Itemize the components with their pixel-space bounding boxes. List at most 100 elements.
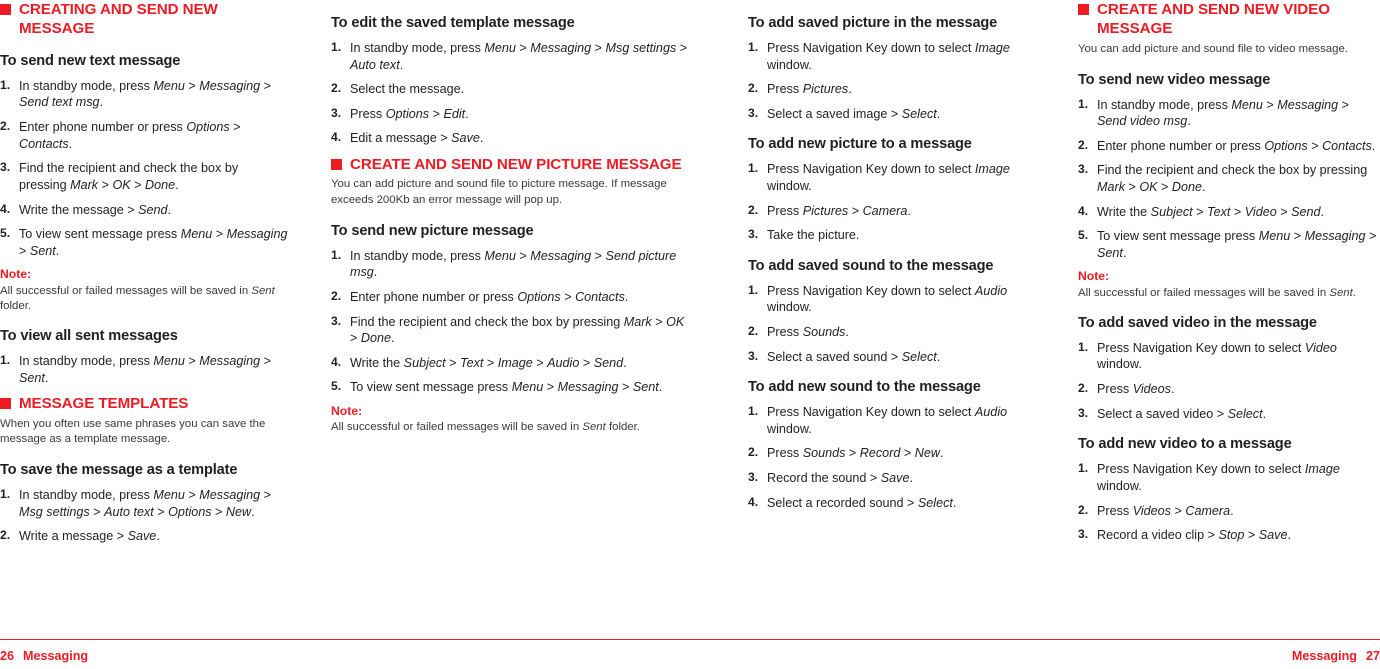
- step-list: 1. Press Navigation Key down to select Im…: [1078, 461, 1380, 543]
- step-item: 2. Press Sounds > Record > New.: [748, 445, 1050, 462]
- sub-heading-to-save-the-message-as-a-template: To save the message as a template: [0, 462, 238, 479]
- step-number: 5.: [0, 226, 11, 241]
- step-item: 3. Take the picture.: [748, 227, 1050, 244]
- section-heading-create-and-send-new-video-message: CREATE AND SEND NEW VIDEO MESSAGE: [1078, 0, 1380, 39]
- step-text: Take the picture.: [767, 228, 860, 243]
- note-body: All successful or failed messages will b…: [0, 284, 275, 312]
- step-text: Write the Subject > Text > Image > Audio…: [350, 355, 627, 370]
- step-number: 4.: [1078, 203, 1089, 218]
- step-text: In standby mode, press Menu > Messaging …: [19, 354, 272, 385]
- step-text: Select a recorded sound > Select.: [767, 495, 957, 510]
- step-item: 2. Press Pictures.: [748, 81, 1050, 98]
- page-footer: 26 Messaging Messaging 27: [0, 632, 1380, 669]
- step-number: 3.: [331, 313, 342, 328]
- step-text: To view sent message press Menu > Messag…: [1097, 229, 1377, 260]
- step-list: 1. In standby mode, press Menu > Messagin…: [331, 40, 688, 147]
- step-number: 2.: [1078, 502, 1089, 517]
- section-heading-label: CREATING AND SEND NEW MESSAGE: [19, 1, 218, 38]
- step-number: 2.: [748, 324, 759, 338]
- step-list: 1. In standby mode, press Menu > Messagin…: [1078, 97, 1380, 262]
- step-number: 2.: [331, 288, 342, 303]
- step-text: In standby mode, press Menu > Messaging …: [1097, 97, 1350, 129]
- step-number: 2.: [0, 528, 11, 543]
- step-item: 4. Write the Subject > Text > Video > Sen…: [1078, 204, 1380, 221]
- step-item: 4. Edit a message > Save.: [331, 130, 688, 147]
- step-text: Press Navigation Key down to select Imag…: [1097, 462, 1340, 493]
- step-text: Select a saved image > Select.: [767, 106, 941, 121]
- left-section-label: Messaging: [23, 649, 89, 663]
- step-text: Enter phone number or press Options > Co…: [19, 120, 241, 151]
- step-item: 5. To view sent message press Menu > Mess…: [1078, 228, 1380, 261]
- step-number: 4.: [0, 201, 11, 216]
- sub-heading-to-edit-the-saved-template-message: To edit the saved template message: [331, 15, 575, 31]
- footer-right: Messaging 27: [1292, 649, 1380, 663]
- step-item: 1. Press Navigation Key down to select Au…: [748, 404, 1050, 437]
- step-text: Enter phone number or press Options > Co…: [1097, 138, 1376, 153]
- step-item: 3. Press Options > Edit.: [331, 106, 688, 123]
- step-text: Enter phone number or press Options > Co…: [350, 289, 629, 304]
- step-item: 3. Select a saved sound > Select.: [748, 349, 1050, 366]
- note-body: All successful or failed messages will b…: [1078, 286, 1356, 299]
- step-list: 1. In standby mode, press Menu > Messagin…: [0, 353, 289, 386]
- step-number: 2.: [748, 202, 759, 217]
- step-item: 4. Select a recorded sound > Select.: [748, 495, 1050, 512]
- step-text: In standby mode, press Menu > Messaging …: [19, 78, 272, 110]
- step-text: Press Sounds.: [767, 325, 849, 339]
- step-number: 3.: [1078, 405, 1089, 420]
- section-heading-label: CREATE AND SEND NEW VIDEO MESSAGE: [1097, 1, 1330, 38]
- step-item: 2. Press Sounds.: [748, 324, 1050, 341]
- step-number: 1.: [1078, 461, 1089, 476]
- note-body: All successful or failed messages will b…: [331, 421, 640, 434]
- step-item: 3. Find the recipient and check the box b…: [0, 160, 289, 193]
- step-item: 1. Press Navigation Key down to select Au…: [748, 283, 1050, 316]
- note-label: Note:: [1078, 269, 1110, 284]
- step-list: 1. Press Navigation Key down to select Au…: [748, 283, 1050, 365]
- step-text: Find the recipient and check the box by …: [1097, 163, 1368, 194]
- sub-heading-to-send-new-text-message: To send new text message: [0, 52, 181, 69]
- step-text: Select a saved video > Select.: [1097, 406, 1267, 421]
- right-section-label: Messaging: [1291, 649, 1357, 663]
- step-text: Press Pictures > Camera.: [767, 203, 911, 218]
- step-item: 2. Press Pictures > Camera.: [748, 203, 1050, 220]
- left-page-number: 26: [0, 649, 15, 663]
- step-item: 1. Press Navigation Key down to select Vi…: [1078, 340, 1380, 373]
- step-item: 1. In standby mode, press Menu > Messagin…: [331, 248, 688, 281]
- step-item: 3. Find the recipient and check the box b…: [1078, 162, 1380, 195]
- step-text: Write the message > Send.: [19, 202, 172, 217]
- sub-heading-to-view-all-sent-messages: To view all sent messages: [0, 328, 178, 345]
- intro-paragraph: When you often use same phrases you can …: [0, 417, 266, 446]
- sub-heading-to-add-saved-picture-in-the-message: To add saved picture in the message: [748, 15, 998, 31]
- step-text: Press Navigation Key down to select Audi…: [767, 405, 1008, 436]
- step-item: 2. Enter phone number or press Options > …: [331, 289, 688, 306]
- step-number: 3.: [0, 160, 11, 175]
- step-text: Record the sound > Save.: [767, 471, 913, 486]
- step-number: 3.: [1078, 162, 1089, 177]
- square-bullet-icon: [0, 4, 11, 15]
- column-3: To add saved picture in the message 1. Pre…: [748, 0, 1078, 632]
- sub-heading-to-add-new-video-to-a-message: To add new video to a message: [1078, 436, 1292, 453]
- step-text: In standby mode, press Menu > Messaging …: [19, 488, 272, 519]
- step-text: Record a video clip > Stop > Save.: [1097, 528, 1291, 543]
- sub-heading-to-add-new-sound-to-the-message: To add new sound to the message: [748, 379, 981, 396]
- step-text: Find the recipient and check the box by …: [19, 161, 239, 192]
- intro-paragraph: You can add picture and sound file to vi…: [1078, 42, 1348, 55]
- step-text: Select the message.: [350, 82, 465, 97]
- step-item: 4. Write the Subject > Text > Image > Aud…: [331, 355, 688, 372]
- step-item: 1. Press Navigation Key down to select Im…: [748, 161, 1050, 194]
- square-bullet-icon: [0, 398, 11, 410]
- step-text: Press Pictures.: [767, 82, 852, 97]
- step-text: Find the recipient and check the box by …: [350, 314, 685, 346]
- step-number: 3.: [748, 348, 759, 363]
- step-item: 2. Write a message > Save.: [0, 528, 289, 545]
- step-text: Write the Subject > Text > Video > Send.: [1097, 204, 1325, 219]
- step-list: 1. Press Navigation Key down to select Vi…: [1078, 340, 1380, 422]
- square-bullet-icon: [1078, 4, 1089, 15]
- section-heading-message-templates: MESSAGE TEMPLATES: [0, 394, 289, 413]
- step-number: 5.: [331, 379, 342, 394]
- step-text: In standby mode, press Menu > Messaging …: [350, 40, 688, 72]
- footer-left: 26 Messaging: [0, 649, 88, 663]
- sub-heading-to-send-new-picture-message: To send new picture message: [331, 222, 534, 239]
- column-4: CREATE AND SEND NEW VIDEO MESSAGE You can…: [1078, 0, 1380, 632]
- column-container: CREATING AND SEND NEW MESSAGE To send new…: [0, 0, 1380, 632]
- step-item: 4. Write the message > Send.: [0, 202, 289, 219]
